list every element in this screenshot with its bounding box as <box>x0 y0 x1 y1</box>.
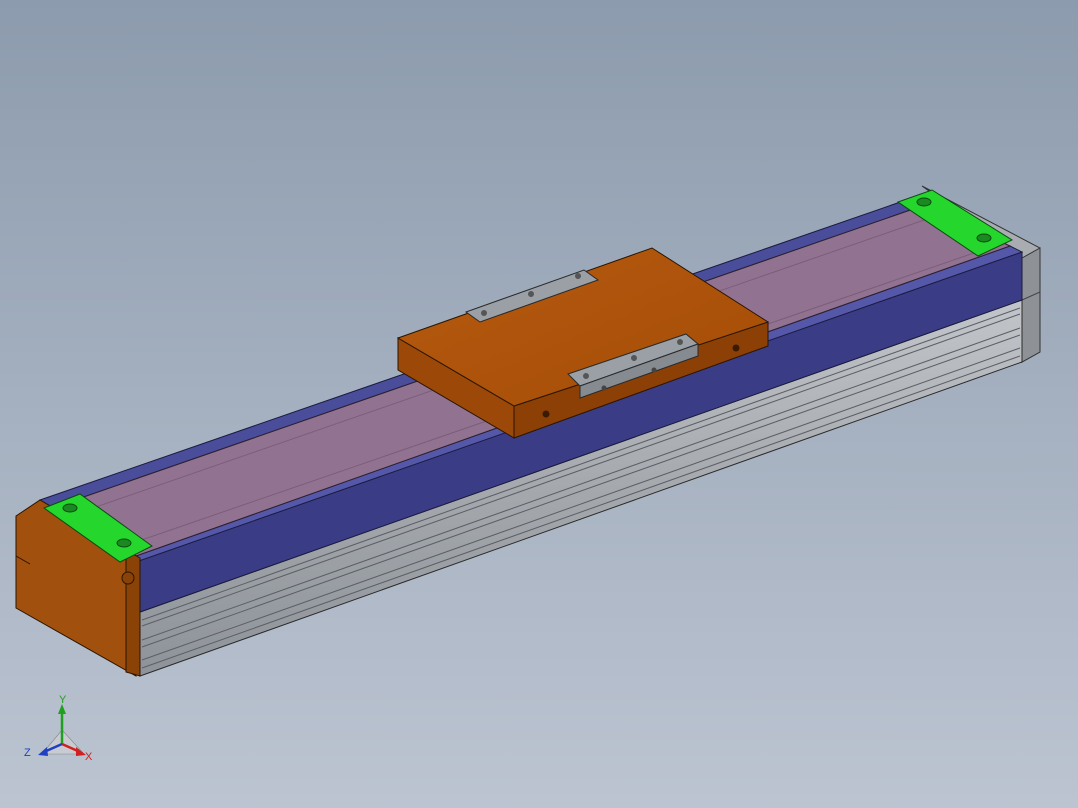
bracket-hole-icon <box>62 503 78 513</box>
clamp-hole-icon <box>575 273 581 279</box>
right-end-face <box>1021 247 1041 363</box>
clamp-hole-icon <box>677 339 683 345</box>
z-arrow-icon <box>38 747 48 756</box>
cad-graphics-viewport[interactable]: Y X Z <box>0 0 1078 808</box>
carriage-screw-icon <box>732 344 740 352</box>
bracket-hole-icon <box>916 197 932 207</box>
linear-actuator-model[interactable] <box>0 0 1078 808</box>
clamp-hole-icon <box>528 291 534 297</box>
clamp-hole-icon <box>631 355 637 361</box>
bracket-hole-icon <box>116 538 132 548</box>
z-axis-label: Z <box>24 747 31 759</box>
orange-end-cap-front <box>125 549 141 677</box>
x-axis-label: X <box>85 751 93 763</box>
clamp-hole-icon <box>601 385 607 391</box>
bracket-hole-icon <box>976 233 992 243</box>
y-axis-label: Y <box>59 694 67 706</box>
clamp-hole-icon <box>651 367 657 373</box>
clamp-hole-icon <box>481 310 487 316</box>
coordinate-triad: Y X Z <box>24 694 93 763</box>
clamp-hole-icon <box>583 373 589 379</box>
carriage-screw-icon <box>542 410 550 418</box>
end-cap-bolt-hole <box>121 571 135 585</box>
